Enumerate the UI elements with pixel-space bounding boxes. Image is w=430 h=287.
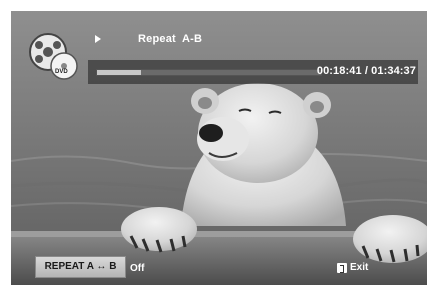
time-display: 00:18:41 / 01:34:37 [316, 65, 416, 77]
tv-screen: DVD Repeat A-B 00:18:41 / 01:34:37 REPEA… [0, 0, 430, 287]
repeat-ab-button[interactable]: REPEAT A ↔ B [35, 256, 126, 278]
playback-progress-bar[interactable] [96, 69, 322, 76]
exit-label: Exit [350, 262, 369, 273]
dvd-disc-icon: DVD [28, 32, 80, 80]
play-icon [95, 35, 101, 43]
repeat-status: Off [130, 263, 145, 274]
repeat-mode-title: Repeat A-B [138, 33, 203, 45]
playback-progress-fill [97, 70, 142, 75]
exit-icon [337, 262, 347, 273]
dvd-label: DVD [55, 69, 68, 75]
exit-button[interactable]: Exit [337, 262, 368, 273]
